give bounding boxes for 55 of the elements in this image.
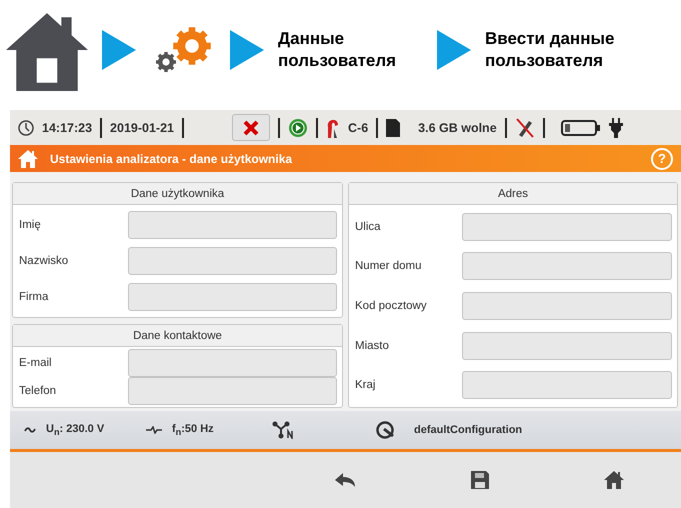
back-icon bbox=[335, 472, 356, 488]
field-label: Firma bbox=[19, 291, 48, 303]
save-icon bbox=[470, 471, 489, 489]
input-field[interactable] bbox=[128, 377, 337, 405]
screen-title: Ustawienia analizatora - dane użytkownika bbox=[50, 152, 294, 166]
stop-button[interactable] bbox=[232, 114, 270, 141]
input-field[interactable] bbox=[462, 332, 672, 360]
save-button[interactable] bbox=[470, 471, 489, 489]
field-label: Miasto bbox=[355, 340, 389, 352]
panel-title: Dane użytkownika bbox=[13, 183, 342, 205]
panel-title: Adres bbox=[349, 183, 677, 205]
configuration-name: defaultConfiguration bbox=[414, 424, 522, 436]
sd-card-icon bbox=[386, 118, 400, 136]
field-label: Nazwisko bbox=[19, 255, 68, 267]
breadcrumb-label: Данные пользователя bbox=[278, 28, 398, 72]
close-icon bbox=[243, 120, 259, 136]
home-icon[interactable] bbox=[18, 148, 38, 168]
input-field[interactable] bbox=[128, 349, 337, 377]
storage-text: 3.6 GB wolne bbox=[418, 120, 497, 134]
home-button[interactable] bbox=[604, 470, 624, 490]
field-label: Telefon bbox=[19, 385, 56, 397]
sine-wave-icon bbox=[24, 427, 36, 433]
input-field[interactable] bbox=[128, 247, 337, 275]
field-label: Kraj bbox=[355, 379, 376, 392]
input-field[interactable] bbox=[462, 292, 672, 320]
breadcrumb-label: Ввести данные пользователя bbox=[485, 28, 616, 72]
battery-icon bbox=[560, 120, 601, 136]
input-field[interactable] bbox=[128, 211, 337, 239]
voltage-reading: U$_{n}$: 230.0 V bbox=[46, 422, 106, 438]
arrow-icon bbox=[230, 30, 264, 70]
plug-icon bbox=[608, 118, 623, 138]
arrow-icon bbox=[437, 30, 471, 70]
usb-crossed-icon bbox=[514, 116, 535, 138]
time-text: 14:17:23 bbox=[42, 120, 92, 134]
arrow-icon bbox=[102, 30, 136, 70]
date-text: 2019-01-21 bbox=[110, 120, 174, 134]
play-icon bbox=[288, 118, 308, 138]
config-icon bbox=[376, 421, 396, 439]
input-field[interactable] bbox=[462, 371, 672, 400]
field-label: Numer domu bbox=[355, 260, 422, 272]
field-label: E-mail bbox=[19, 357, 52, 369]
clamp-label: C-6 bbox=[348, 120, 368, 134]
pulse-icon bbox=[146, 426, 162, 434]
panel-title: Dane kontaktowe bbox=[13, 325, 342, 347]
input-field[interactable] bbox=[462, 212, 672, 241]
clock-icon bbox=[18, 120, 34, 136]
input-field[interactable] bbox=[462, 252, 672, 280]
field-label: Kod pocztowy bbox=[355, 300, 427, 312]
help-button[interactable]: ? bbox=[651, 148, 673, 170]
back-button[interactable] bbox=[335, 472, 356, 488]
field-label: Imię bbox=[19, 219, 41, 231]
network-icon bbox=[272, 421, 296, 439]
frequency-reading: f$_{n}$:50 Hz bbox=[172, 422, 215, 438]
input-field[interactable] bbox=[128, 283, 337, 311]
field-label: Ulica bbox=[355, 220, 381, 233]
